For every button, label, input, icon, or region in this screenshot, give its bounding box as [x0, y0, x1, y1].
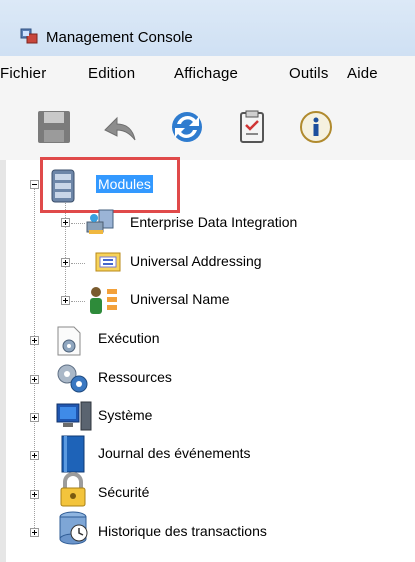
tree-node-journal-des-evenements[interactable]: Journal des événements [98, 445, 251, 461]
expand-toggle[interactable] [61, 218, 70, 227]
expand-toggle[interactable] [30, 375, 39, 384]
person-data-icon [90, 287, 117, 314]
expand-toggle[interactable] [30, 528, 39, 537]
computer-system-icon [56, 401, 92, 431]
tree-connector-line [71, 223, 85, 225]
tree-node-execution[interactable]: Exécution [98, 330, 159, 346]
menu-bar: Fichier Edition Affichage Outils Aide [0, 56, 415, 94]
menu-aide[interactable]: Aide [347, 65, 378, 82]
undo-icon[interactable] [101, 108, 139, 146]
data-integration-icon [86, 209, 114, 234]
tree-connector-line [71, 263, 85, 265]
tree-connector-line [71, 301, 85, 303]
tree-node-universal-name[interactable]: Universal Name [130, 291, 230, 307]
menu-outils[interactable]: Outils [289, 65, 329, 82]
annotation-highlight-box [40, 157, 180, 213]
expand-toggle[interactable] [30, 336, 39, 345]
expand-toggle[interactable] [30, 451, 39, 460]
save-icon[interactable] [35, 108, 73, 146]
event-journal-icon [61, 435, 85, 473]
transaction-history-icon [59, 511, 88, 545]
window-title: Management Console [46, 29, 193, 46]
title-bar: Management Console [0, 0, 415, 57]
tree-node-universal-addressing[interactable]: Universal Addressing [130, 253, 262, 269]
info-icon[interactable] [297, 108, 335, 146]
tree-node-ressources[interactable]: Ressources [98, 369, 172, 385]
expand-toggle[interactable] [61, 296, 70, 305]
tree-node-systeme[interactable]: Système [98, 407, 152, 423]
tree-left-border [0, 160, 6, 562]
address-card-icon [95, 252, 121, 272]
tree-node-securite[interactable]: Sécurité [98, 484, 149, 500]
menu-fichier[interactable]: Fichier [0, 65, 46, 82]
tree-node-historique-des-transactions[interactable]: Historique des transactions [98, 523, 267, 539]
expand-toggle[interactable] [61, 258, 70, 267]
tree-connector-line [34, 188, 36, 534]
refresh-icon[interactable] [168, 108, 206, 146]
menu-edition[interactable]: Edition [88, 65, 135, 82]
execution-gear-icon [57, 326, 81, 356]
modules-collapse-toggle[interactable] [30, 180, 39, 189]
tree-node-enterprise-data-integration[interactable]: Enterprise Data Integration [130, 214, 297, 230]
toolbar [0, 94, 415, 160]
management-console-app-icon [20, 28, 38, 44]
expand-toggle[interactable] [30, 413, 39, 422]
resources-gears-icon [57, 364, 88, 393]
expand-toggle[interactable] [30, 490, 39, 499]
clipboard-icon[interactable] [233, 108, 271, 146]
lock-icon [60, 472, 86, 507]
menu-affichage[interactable]: Affichage [174, 65, 238, 82]
